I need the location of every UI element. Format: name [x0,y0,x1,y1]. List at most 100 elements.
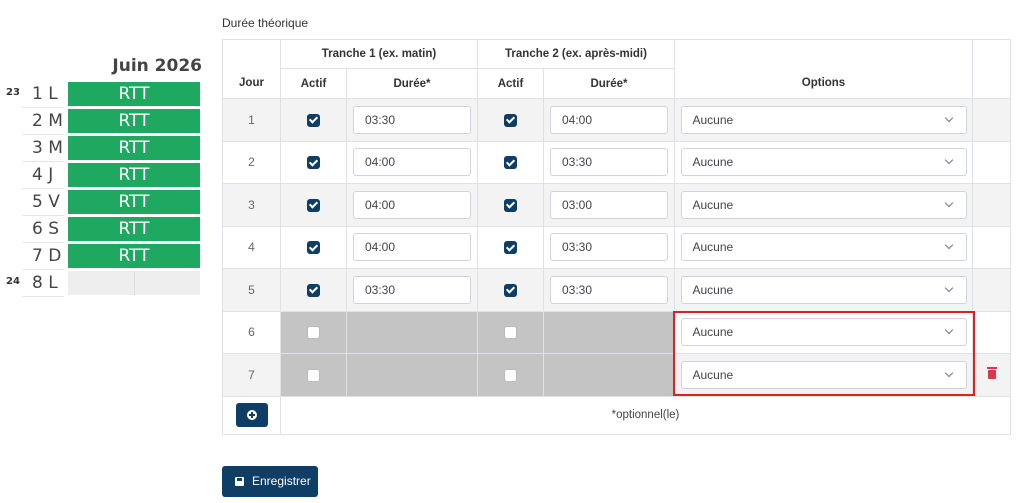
options-select[interactable]: Aucune [680,233,967,262]
week-number: 24 [6,276,20,287]
duration-table: Jour Tranche 1 (ex. matin) Tranche 2 (ex… [222,39,1011,435]
tranche-1-duration-disabled [346,310,478,354]
tranche-1-active-checkbox[interactable] [307,326,320,340]
section-label: Durée théorique [222,16,309,30]
calendar-month-title: Juin 2026 [112,56,202,76]
calendar-row: 5 V RTT [0,189,200,216]
tranche-1-duration-input[interactable]: 03:30 [353,105,471,134]
header-actions [972,39,1011,99]
options-select-value: Aucune [692,112,734,127]
table-row: 1 03:30 04:00 Aucune [222,98,1011,142]
calendar-event-rtt[interactable]: RTT [68,82,200,106]
tranche-2-active-checkbox[interactable] [504,368,517,382]
tranche-1-active-checkbox[interactable] [307,241,320,255]
tranche-1-active-checkbox[interactable] [307,283,320,297]
calendar-row: 24 8 L [0,270,200,297]
calendar-event-rtt[interactable]: RTT [68,163,200,187]
day-number: 2 [222,140,281,184]
options-select[interactable]: Aucune [680,360,967,389]
table-row: 5 03:30 03:30 Aucune [222,268,1011,312]
calendar-day-label: 2 M [22,108,64,135]
tranche-2-active-checkbox[interactable] [504,198,517,212]
tranche-1-active-checkbox[interactable] [307,368,320,382]
chevron-down-icon [944,198,953,207]
day-number: 1 [222,98,281,142]
calendar-row: 6 S RTT [0,216,200,243]
options-select[interactable]: Aucune [680,105,967,134]
calendar-event-rtt[interactable]: RTT [68,136,200,160]
options-select-value: Aucune [692,197,734,212]
table-row: 7 Aucune [222,353,1011,397]
month-calendar: Juin 2026 23 1 L RTT 2 M RTT 3 M RTT 4 J… [0,0,205,300]
header-duree-1: Durée* [346,68,478,99]
tranche-2-duration-disabled [543,353,675,397]
tranche-1-active-checkbox[interactable] [307,198,320,212]
calendar-day-label: 8 L [22,270,64,297]
save-button[interactable]: Enregistrer [222,466,318,497]
chevron-down-icon [944,241,953,250]
header-actif-1: Actif [280,68,347,99]
calendar-day-label: 7 D [22,243,64,270]
chevron-down-icon [944,326,953,335]
floppy-disk-icon [235,477,244,486]
calendar-event-rtt[interactable]: RTT [68,109,200,133]
tranche-1-duration-input[interactable]: 03:30 [353,275,471,304]
calendar-event-rtt[interactable]: RTT [68,244,200,268]
calendar-day-label: 6 S [22,216,64,243]
options-select-value: Aucune [692,155,734,170]
tranche-2-duration-input[interactable]: 04:00 [550,105,668,134]
calendar-row: 4 J RTT [0,162,200,189]
day-number: 7 [222,353,281,397]
tranche-2-active-checkbox[interactable] [504,241,517,255]
header-actif-2: Actif [477,68,544,99]
tranche-2-duration-input[interactable]: 03:30 [550,275,668,304]
day-number: 3 [222,183,281,227]
calendar-day-label: 4 J [22,162,64,189]
header-duree-2: Durée* [543,68,675,99]
table-row: 6 Aucune [222,310,1011,354]
options-select[interactable]: Aucune [680,148,967,177]
tranche-2-active-checkbox[interactable] [504,326,517,340]
options-select-value: Aucune [692,240,734,255]
cell-divider [134,271,135,295]
tranche-1-duration-input[interactable]: 04:00 [353,190,471,219]
options-select-value: Aucune [692,325,734,340]
tranche-1-duration-input[interactable]: 04:00 [353,233,471,262]
tranche-2-active-checkbox[interactable] [504,156,517,170]
tranche-2-duration-disabled [543,310,675,354]
calendar-empty-cell[interactable] [68,271,200,295]
tranche-1-active-checkbox[interactable] [307,113,320,127]
tranche-1-duration-input[interactable]: 04:00 [353,148,471,177]
optional-note: *optionnel(le) [280,395,1011,435]
day-number: 5 [222,268,281,312]
tranche-2-active-checkbox[interactable] [504,113,517,127]
calendar-day-label: 1 L [22,81,64,108]
table-row: 2 04:00 03:30 Aucune [222,140,1011,184]
table-row: 4 04:00 03:30 Aucune [222,225,1011,269]
header-jour: Jour [222,39,281,99]
header-options: Options [674,39,973,99]
tranche-2-duration-input[interactable]: 03:30 [550,148,668,177]
add-row-button[interactable] [235,403,268,427]
chevron-down-icon [944,156,953,165]
tranche-2-duration-input[interactable]: 03:30 [550,233,668,262]
options-select-value: Aucune [692,282,734,297]
calendar-row: 3 M RTT [0,135,200,162]
options-select[interactable]: Aucune [680,318,967,347]
header-tranche-1: Tranche 1 (ex. matin) [280,39,478,69]
save-button-label: Enregistrer [252,474,311,488]
calendar-row: 2 M RTT [0,108,200,135]
tranche-2-active-checkbox[interactable] [504,283,517,297]
calendar-event-rtt[interactable]: RTT [68,190,200,214]
options-select[interactable]: Aucune [680,190,967,219]
calendar-row: 23 1 L RTT [0,81,200,108]
options-select[interactable]: Aucune [680,275,967,304]
tranche-1-active-checkbox[interactable] [307,156,320,170]
table-row: 3 04:00 03:00 Aucune [222,183,1011,227]
trash-icon[interactable] [986,367,997,380]
options-select-value: Aucune [692,367,734,382]
calendar-row: 7 D RTT [0,243,200,270]
chevron-down-icon [944,368,953,377]
tranche-2-duration-input[interactable]: 03:00 [550,190,668,219]
calendar-event-rtt[interactable]: RTT [68,217,200,241]
